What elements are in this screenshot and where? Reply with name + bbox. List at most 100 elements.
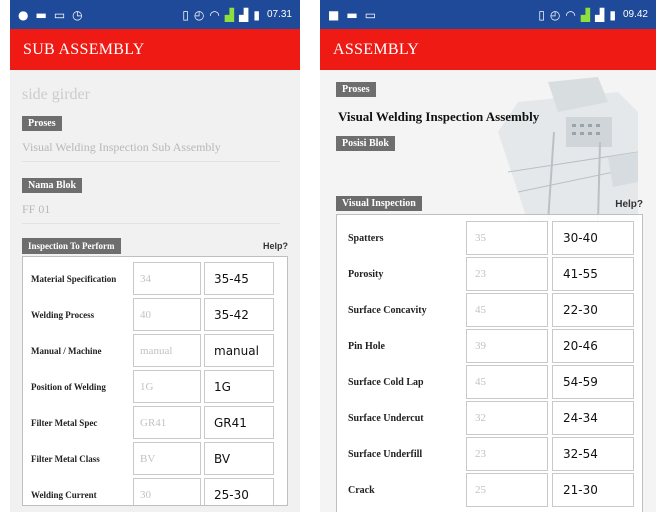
- signal-icon: ▟: [224, 7, 235, 22]
- row-label: Crack: [348, 484, 375, 496]
- standard-range-value: 21-30: [552, 473, 634, 507]
- measured-value-input[interactable]: 23: [466, 437, 548, 471]
- facebook-icon: ■: [328, 7, 340, 22]
- measured-value-input[interactable]: 25: [466, 473, 548, 507]
- row-label: Manual / Machine: [31, 345, 102, 356]
- table-row: Welding Current 30 25-30: [29, 478, 281, 505]
- inspection-table: Material Specification 34 35-45 Welding Pro…: [22, 256, 288, 506]
- table-row: Manual / Machine manual manual: [29, 334, 281, 367]
- row-label: Surface Undercut: [348, 412, 424, 424]
- nama-blok-label: Nama Blok: [22, 178, 83, 193]
- row-label: Surface Concavity: [348, 304, 427, 316]
- table-row: Filter Metal Class BV BV: [29, 442, 281, 475]
- wifi-icon: ◠: [209, 7, 220, 22]
- measured-value-input[interactable]: 1G: [133, 370, 201, 403]
- measured-value-input[interactable]: 30: [133, 478, 201, 505]
- proses-field[interactable]: Visual Welding Inspection Sub Assembly: [22, 140, 280, 162]
- measured-value-input[interactable]: 45: [466, 293, 548, 327]
- proses-label: Proses: [22, 116, 62, 131]
- table-row: Material Specification 34 35-45: [29, 262, 281, 295]
- table-row: Surface Cold Lap 45 54-59: [345, 365, 634, 399]
- help-link[interactable]: Help?: [615, 199, 643, 210]
- status-time: 09.42: [622, 9, 648, 20]
- message-icon: ▬: [35, 7, 47, 22]
- row-label: Welding Process: [31, 309, 95, 320]
- row-label: Filter Metal Spec: [31, 417, 98, 428]
- measured-value-input[interactable]: 39: [466, 329, 548, 363]
- measured-value-input[interactable]: manual: [133, 334, 201, 367]
- vibrate-icon: ▯: [182, 7, 189, 22]
- signal-icon: ▟: [580, 7, 591, 22]
- measured-value-input[interactable]: 34: [133, 262, 201, 295]
- standard-range-value: manual: [204, 334, 274, 367]
- alarm-clock-icon: ◴: [193, 7, 205, 22]
- signal-2-icon: ▟: [595, 7, 605, 22]
- sub-assembly-screen: ● ▬ ▭ ◷ ▯ ◴ ◠ ▟ ▟ ▮ 07.31 SUB ASSEMBLY s…: [10, 0, 300, 512]
- app-bar: ASSEMBLY: [320, 29, 656, 70]
- row-label: Pin Hole: [348, 340, 385, 352]
- battery-icon: ▮: [253, 7, 260, 22]
- app-bar: SUB ASSEMBLY: [10, 29, 300, 70]
- standard-range-value: 25-30: [204, 478, 274, 505]
- signal-2-icon: ▟: [239, 7, 249, 22]
- standard-range-value: 35-42: [204, 298, 274, 331]
- vibrate-icon: ▯: [538, 7, 545, 22]
- standard-range-value: 41-55: [552, 257, 634, 291]
- row-label: Spatters: [348, 232, 384, 244]
- measured-value-input[interactable]: GR41: [133, 406, 201, 439]
- measured-value-input[interactable]: 45: [466, 365, 548, 399]
- battery-icon: ▮: [609, 7, 616, 22]
- table-row: Surface Concavity 45 22-30: [345, 293, 634, 327]
- table-row: Crack 25 21-30: [345, 473, 634, 507]
- measured-value-input[interactable]: 35: [466, 221, 548, 255]
- message-icon: ▬: [346, 7, 358, 22]
- table-row: Spatters 35 30-40: [345, 221, 634, 255]
- row-label: Filter Metal Class: [31, 453, 100, 464]
- page-title: SUB ASSEMBLY: [23, 40, 145, 58]
- table-row: Porosity 23 41-55: [345, 257, 634, 291]
- row-label: Material Specification: [31, 273, 117, 284]
- page-title: ASSEMBLY: [333, 40, 420, 58]
- status-bar: ■ ▬ ▭ ▯ ◴ ◠ ▟ ▟ ▮ 09.42: [320, 0, 656, 29]
- row-label: Welding Current: [31, 489, 97, 500]
- standard-range-value: GR41: [204, 406, 274, 439]
- standard-range-value: 20-46: [552, 329, 634, 363]
- alarm-icon: ◷: [72, 7, 83, 22]
- assembly-screen: ■ ▬ ▭ ▯ ◴ ◠ ▟ ▟ ▮ 09.42 ASSEMBLY Proses …: [320, 0, 656, 512]
- standard-range-value: 30-40: [552, 221, 634, 255]
- posisi-blok-label: Posisi Blok: [336, 136, 395, 151]
- inspection-header: Inspection To Perform: [22, 238, 121, 254]
- sms-icon: ▭: [364, 7, 377, 22]
- measured-value-input[interactable]: 32: [466, 401, 548, 435]
- standard-range-value: 1G: [204, 370, 274, 403]
- row-label: Surface Underfill: [348, 448, 423, 460]
- table-row: Pin Hole 39 20-46: [345, 329, 634, 363]
- standard-range-value: 35-45: [204, 262, 274, 295]
- proses-label: Proses: [336, 82, 376, 97]
- measured-value-input[interactable]: BV: [133, 442, 201, 475]
- standard-range-value: 32-54: [552, 437, 634, 471]
- alarm-clock-icon: ◴: [549, 7, 561, 22]
- inspection-table: Spatters 35 30-40 Porosity 23 41-55 Surface Co…: [336, 214, 643, 512]
- measured-value-input[interactable]: 40: [133, 298, 201, 331]
- nama-blok-field[interactable]: FF 01: [22, 202, 280, 224]
- row-label: Porosity: [348, 268, 384, 280]
- measured-value-input[interactable]: 23: [466, 257, 548, 291]
- sms-icon: ▭: [53, 7, 66, 22]
- table-row: Surface Undercut 32 24-34: [345, 401, 634, 435]
- proses-value: Visual Welding Inspection Assembly: [338, 109, 540, 124]
- status-time: 07.31: [266, 9, 292, 20]
- part-name-field[interactable]: side girder: [22, 86, 288, 104]
- table-row: Welding Process 40 35-42: [29, 298, 281, 331]
- row-label: Position of Welding: [31, 381, 106, 392]
- standard-range-value: BV: [204, 442, 274, 475]
- table-row: Surface Underfill 23 32-54: [345, 437, 634, 471]
- table-row: Filter Metal Spec GR41 GR41: [29, 406, 281, 439]
- help-link[interactable]: Help?: [263, 241, 288, 251]
- table-row: Position of Welding 1G 1G: [29, 370, 281, 403]
- status-bar: ● ▬ ▭ ◷ ▯ ◴ ◠ ▟ ▟ ▮ 07.31: [10, 0, 300, 29]
- wifi-icon: ◠: [565, 7, 576, 22]
- inspection-header: Visual Inspection: [336, 196, 422, 211]
- standard-range-value: 54-59: [552, 365, 634, 399]
- chat-bubble-icon: ●: [18, 7, 29, 22]
